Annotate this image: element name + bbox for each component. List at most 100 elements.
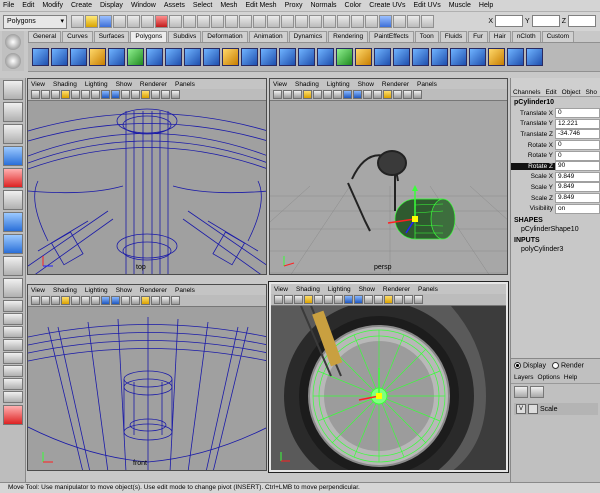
universal-manipulator-icon[interactable] [3,212,23,232]
channel-scale-y[interactable]: Scale Y 9.849 [511,182,600,193]
channel-value[interactable]: 9.849 [555,182,600,193]
isolate-select-icon[interactable] [414,295,423,304]
boolean-union-icon[interactable] [317,48,334,66]
shelf-tab-custom[interactable]: Custom [541,31,575,42]
panel-menu-renderer[interactable]: Renderer [382,81,409,88]
textured-icon[interactable] [131,90,140,99]
select-tool-icon[interactable] [3,80,23,100]
shelf-tab-toon[interactable]: Toon [414,31,439,42]
channel-label[interactable]: Scale X [511,173,555,180]
panel-menu-panels[interactable]: Panels [417,81,437,88]
panel-menu-renderer[interactable]: Renderer [140,287,167,294]
panel-menu-renderer[interactable]: Renderer [383,286,410,293]
shelf-tab-painteffects[interactable]: PaintEffects [369,31,414,42]
channel-label[interactable]: Translate Z [511,131,555,138]
shadows-icon[interactable] [393,90,402,99]
layout-single-icon[interactable] [3,300,23,312]
paint-select-tool-icon[interactable] [3,124,23,144]
layer-row[interactable]: V Scale [514,403,598,416]
new-layer-icon[interactable] [514,386,528,399]
channel-value[interactable]: 9.849 [555,171,600,182]
channel-visibility[interactable]: Visibility on [511,203,600,214]
menu-file[interactable]: File [3,2,14,9]
wireframe-icon[interactable] [101,90,110,99]
menu-display[interactable]: Display [100,2,123,9]
panel-menu-shading[interactable]: Shading [295,81,319,88]
smooth-shade-icon[interactable] [354,295,363,304]
bridge-icon[interactable] [393,48,410,66]
panel-menu-show[interactable]: Show [116,287,132,294]
display-layer-radio[interactable]: Display [514,362,546,369]
image-plane-icon[interactable] [294,295,303,304]
smooth-shade-icon[interactable] [111,90,120,99]
split-icon[interactable] [450,48,467,66]
select-rendering-icon[interactable] [239,15,252,28]
channel-translate-y[interactable]: Translate Y 12.221 [511,118,600,130]
shadows-icon[interactable] [151,296,160,305]
channel-value[interactable]: 0 [555,150,600,161]
use-all-lights-icon[interactable] [141,296,150,305]
menu-assets[interactable]: Assets [164,2,185,9]
menu-normals[interactable]: Normals [310,2,336,9]
use-all-lights-icon[interactable] [383,90,392,99]
layer-menu-options[interactable]: Options [538,374,560,381]
lasso-tool-icon[interactable] [3,102,23,122]
panel-menu-lighting[interactable]: Lighting [328,286,351,293]
snap-grid-icon[interactable] [281,15,294,28]
shadows-icon[interactable] [151,90,160,99]
select-joints-icon[interactable] [169,15,182,28]
panel-menu-lighting[interactable]: Lighting [85,81,108,88]
layout-persp-outliner-icon[interactable] [3,352,23,364]
wireframe-on-shaded-icon[interactable] [364,295,373,304]
shelf-options[interactable] [2,31,24,71]
panel-menu-shading[interactable]: Shading [296,286,320,293]
show-manipulator-icon[interactable] [3,256,23,276]
gate-mask-icon[interactable] [333,90,342,99]
poly-plane-icon[interactable] [108,48,125,66]
select-dynamics-icon[interactable] [225,15,238,28]
viewport-canvas-persp[interactable]: persp [270,101,507,274]
menu-set-dropdown[interactable]: Polygons [3,14,67,29]
viewport-front[interactable]: View Shading Lighting Show Renderer Pane… [27,284,267,471]
gear-icon[interactable] [5,34,21,50]
grid-icon[interactable] [303,90,312,99]
textured-icon[interactable] [374,295,383,304]
last-tool-icon[interactable] [3,278,23,298]
textured-icon[interactable] [373,90,382,99]
film-gate-icon[interactable] [313,90,322,99]
wireframe-on-shaded-icon[interactable] [363,90,372,99]
poly-soccer-icon[interactable] [222,48,239,66]
smooth-icon[interactable] [298,48,315,66]
shape-node[interactable]: pCylinderShape10 [511,225,600,234]
x-field[interactable] [495,15,524,27]
select-handles-icon[interactable] [155,15,168,28]
select-deformations-icon[interactable] [211,15,224,28]
layer-visibility-toggle[interactable]: V [516,404,526,415]
select-component-icon[interactable] [141,15,154,28]
extract-icon[interactable] [279,48,296,66]
isolate-select-icon[interactable] [413,90,422,99]
shelf-tab-rendering[interactable]: Rendering [328,31,369,42]
shelf-tab-dynamics[interactable]: Dynamics [288,31,328,42]
camera-attributes-icon[interactable] [31,296,40,305]
channel-rotate-y[interactable]: Rotate Y0 [511,150,600,161]
menu-edit[interactable]: Edit [22,2,34,9]
channel-value[interactable]: 9.849 [555,193,600,204]
select-surfaces-icon[interactable] [197,15,210,28]
channel-label[interactable]: Rotate Y [511,152,555,159]
panel-menu-panels[interactable]: Panels [175,81,195,88]
gate-mask-icon[interactable] [91,296,100,305]
viewport-canvas-top[interactable]: top [28,101,266,274]
layout-four-icon[interactable] [3,313,23,325]
panel-menu-panels[interactable]: Panels [175,287,195,294]
mirror-icon[interactable] [374,48,391,66]
grid-icon[interactable] [61,296,70,305]
render-frame-icon[interactable] [393,15,406,28]
poly-sphere-icon[interactable] [32,48,49,66]
channel-label[interactable]: Rotate Z [511,162,555,170]
channel-value[interactable]: 90 [555,161,600,172]
make-live-icon[interactable] [337,15,350,28]
channel-label[interactable]: Visibility [511,205,555,212]
viewport-persp[interactable]: View Shading Lighting Show Renderer Pane… [269,78,508,275]
channel-rotate-x[interactable]: Rotate X0 [511,140,600,151]
